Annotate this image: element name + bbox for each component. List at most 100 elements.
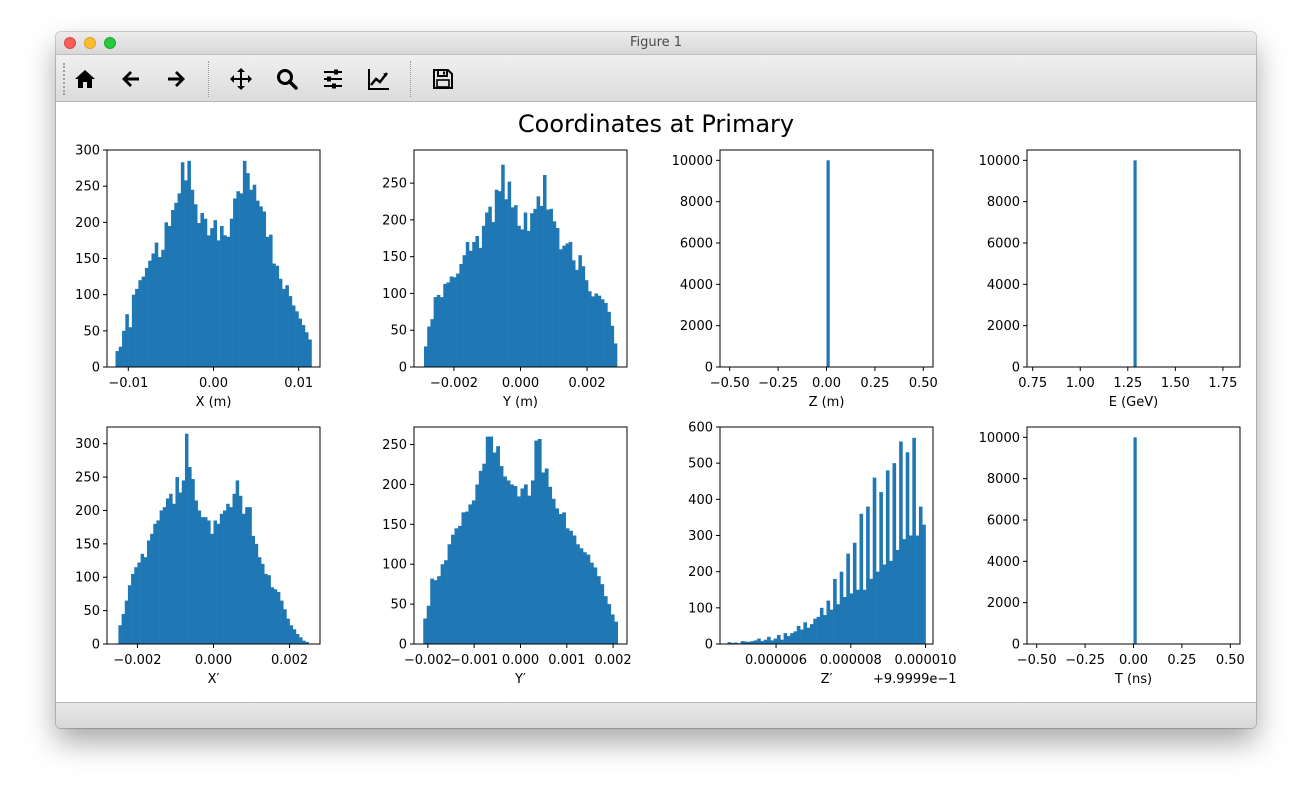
y-tick-label: 100	[75, 571, 100, 586]
histogram-bar	[780, 639, 784, 644]
x-tick-label: 0.50	[909, 376, 938, 391]
histogram-bar	[520, 229, 525, 367]
y-tick-label: 200	[688, 565, 713, 580]
x-tick-label: 0.002	[568, 376, 605, 391]
histogram-bar	[203, 218, 208, 367]
histogram-bar	[427, 326, 431, 367]
y-tick-label: 0	[705, 638, 713, 653]
histogram-bar	[809, 624, 814, 644]
histogram-bar	[459, 264, 463, 367]
histogram-bar	[252, 184, 257, 367]
histogram-bar	[280, 600, 284, 644]
histogram-bar	[291, 305, 296, 367]
histogram-bar	[430, 578, 434, 644]
forward-button[interactable]	[162, 65, 190, 93]
histogram-bar	[203, 517, 208, 644]
histogram-bar	[591, 296, 595, 367]
histogram-bar	[503, 476, 507, 644]
x-tick-label: 0.000	[502, 653, 539, 668]
histogram-bar	[169, 493, 173, 644]
histogram-bar	[115, 351, 120, 367]
histogram-bar	[593, 567, 598, 644]
histogram-bar	[213, 220, 218, 367]
histogram-bar	[194, 500, 198, 644]
histogram-bar	[575, 269, 579, 367]
histogram-bar	[259, 206, 263, 367]
figure-window: Figure 1 Coordinates at Primary 0 50 100…	[56, 32, 1256, 728]
toolbar-grip[interactable]	[63, 63, 65, 95]
histogram-bar	[826, 160, 830, 367]
histogram-bar	[588, 291, 592, 367]
histogram-bar	[879, 492, 883, 644]
histogram-bar	[148, 260, 152, 367]
histogram-bar	[813, 618, 817, 644]
histogram-bar	[128, 327, 133, 367]
histogram-bar	[121, 613, 126, 644]
histogram-bar	[238, 495, 243, 644]
home-button[interactable]	[71, 65, 99, 93]
histogram-bar	[530, 480, 535, 644]
histogram-bar	[533, 208, 537, 367]
histogram-bar	[272, 263, 276, 367]
save-button[interactable]	[429, 65, 457, 93]
y-tick-label: 150	[75, 537, 100, 552]
histogram-bar	[233, 198, 237, 367]
histogram-bar	[876, 571, 880, 644]
histogram-bar	[232, 493, 236, 644]
y-tick-label: 2000	[680, 319, 713, 334]
histogram-bar	[783, 633, 788, 644]
y-tick-label: 400	[688, 493, 713, 508]
histogram-bar	[613, 343, 618, 367]
histogram-bar	[125, 314, 129, 367]
histogram-bar	[440, 564, 445, 644]
status-bar	[56, 702, 1256, 728]
subplot-7: 0 2000 4000 6000 8000 10000 −0.50 −0.25 0.00 0.25…	[979, 426, 1245, 668]
histogram-bar	[541, 472, 546, 644]
subplot-5: 0 50 100 150 200 250 −0.002 −0.001 0.000 0.001 0.0…	[382, 426, 632, 668]
x-tick-label: 0.000010	[895, 653, 957, 668]
histogram-bar	[131, 294, 136, 367]
histogram-bar	[475, 236, 479, 367]
histogram-bar	[523, 484, 528, 644]
y-tick-label: 600	[688, 421, 713, 436]
zoom-button[interactable]	[273, 65, 301, 93]
histogram-bar	[449, 276, 454, 367]
histogram-bar	[223, 510, 227, 644]
histogram-bar	[872, 477, 877, 644]
y-tick-label: 100	[75, 288, 100, 303]
y-tick-label: 50	[83, 604, 100, 619]
histogram-bar	[565, 243, 570, 367]
histogram-plot: 0 50 100 150 200 250 −0.002−0.001 0.000 0.001 0.0…	[382, 426, 632, 668]
edit-axis-button[interactable]	[365, 65, 393, 93]
toolbar-separator	[410, 61, 411, 97]
histogram-bar	[526, 230, 531, 367]
histogram-bar	[216, 523, 221, 644]
back-button[interactable]	[117, 65, 145, 93]
histogram-bar	[584, 280, 589, 367]
histogram-bar	[131, 573, 135, 644]
x-tick-label: 0.25	[860, 376, 889, 391]
y-tick-label: 50	[390, 324, 407, 339]
y-tick-label: 50	[390, 598, 407, 613]
histogram-bar	[475, 484, 480, 644]
x-tick-label: 0.000008	[820, 653, 882, 668]
histogram-bar	[153, 523, 157, 644]
figure-canvas[interactable]: Coordinates at Primary 0 50 100 150 200 250 30…	[56, 102, 1256, 702]
histogram-bar	[501, 164, 505, 367]
histogram-bar	[555, 508, 560, 644]
pan-button[interactable]	[227, 65, 255, 93]
x-tick-label: 0.50	[1216, 653, 1245, 668]
histogram-bar	[829, 609, 834, 644]
histogram-bar	[229, 218, 234, 367]
configure-subplots-button[interactable]	[319, 65, 347, 93]
histogram-bar	[261, 563, 265, 644]
histogram-bar	[180, 162, 185, 367]
pan-move-icon	[230, 68, 252, 90]
histogram-bar	[859, 513, 864, 644]
histogram-bar	[295, 311, 299, 367]
y-tick-label: 250	[75, 471, 100, 486]
histogram-plot: 0 100 200 300 400 500 600 0.000006 0.000008 0.000…	[688, 421, 956, 669]
histogram-bar	[517, 225, 521, 367]
histogram-bar	[423, 346, 428, 367]
histogram-bar	[127, 585, 132, 644]
